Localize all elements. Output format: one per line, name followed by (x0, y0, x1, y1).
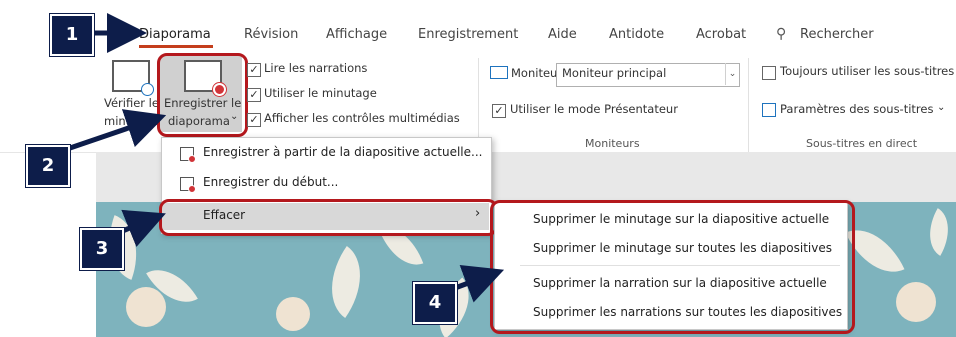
callout-arrows (69, 13, 505, 303)
callout-3: 3 (79, 227, 125, 271)
callout-2: 2 (25, 144, 71, 188)
callout-4: 4 (412, 281, 458, 325)
callout-1: 1 (49, 13, 95, 57)
